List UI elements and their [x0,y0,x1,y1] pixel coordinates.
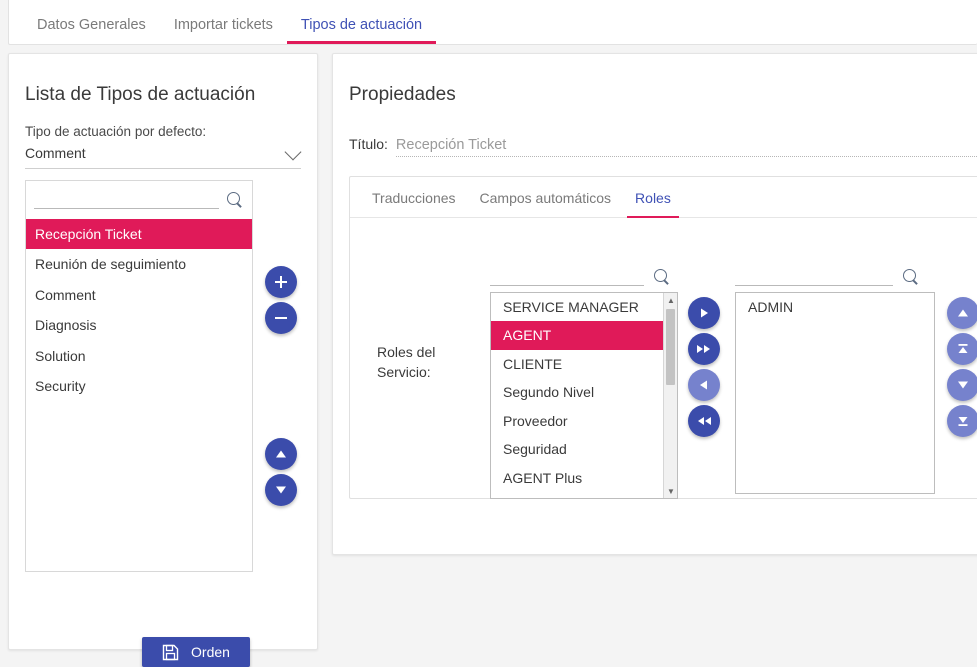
properties-tab-bar: Traducciones Campos automáticos Roles [350,177,977,218]
tab-datos-generales[interactable]: Datos Generales [23,17,160,45]
triangle-up-bar-icon [958,344,968,353]
fast-forward-icon [697,345,710,353]
minus-icon [275,317,287,319]
properties-panel-card: Propiedades Título: Recepción Ticket Tra… [332,53,977,555]
types-listbox: Recepción Ticket Reunión de seguimiento … [25,180,253,572]
search-icon[interactable] [654,269,671,286]
default-type-label: Tipo de actuación por defecto: [25,124,207,139]
tab-campos-automaticos[interactable]: Campos automáticos [468,190,624,217]
types-search-input[interactable] [34,191,219,209]
list-item[interactable]: Diagnosis [26,310,252,340]
move-right-button[interactable] [688,297,720,329]
triangle-up-icon [276,450,286,458]
titulo-field-row: Título: Recepción Ticket [349,136,977,157]
plus-icon [275,276,287,288]
left-panel-title: Lista de Tipos de actuación [25,84,256,105]
assigned-roles-search-input[interactable] [735,270,893,286]
list-item[interactable]: Segundo Nivel [491,378,663,406]
available-roles-scrollbar[interactable]: ▲ ▼ [663,293,677,498]
properties-tab-panel: Traducciones Campos automáticos Roles Ro… [349,176,977,499]
fast-rewind-icon [698,417,711,425]
move-all-left-button[interactable] [688,405,720,437]
list-item[interactable]: Proveedor [491,407,663,435]
list-panel-card: Lista de Tipos de actuación Tipo de actu… [8,53,318,667]
list-item[interactable]: Comment [26,280,252,310]
move-up-button[interactable] [265,438,297,470]
list-item[interactable]: Seguridad [491,435,663,463]
default-type-value: Comment [25,145,86,161]
assigned-roles-listbox: ADMIN [735,292,935,494]
move-left-button[interactable] [688,369,720,401]
right-panel-title: Propiedades [349,84,456,105]
list-item[interactable]: CLIENTE [491,350,663,378]
remove-type-button[interactable] [265,302,297,334]
list-item[interactable]: AGENT Plus [491,464,663,492]
list-item[interactable]: Recepción Ticket [26,219,252,250]
chevron-down-icon [284,143,302,161]
triangle-down-icon [958,381,968,389]
play-right-icon [701,308,708,318]
assigned-move-up-button[interactable] [947,297,977,329]
list-item[interactable]: AGENT [491,321,663,350]
tab-tipos-de-actuacion[interactable]: Tipos de actuación [286,17,437,45]
scroll-down-arrow-icon[interactable]: ▼ [664,484,677,498]
search-icon[interactable] [227,191,244,209]
scrollbar-thumb[interactable] [666,309,675,385]
move-down-button[interactable] [265,474,297,506]
assigned-move-down-button[interactable] [947,369,977,401]
triangle-down-bar-icon [958,417,968,426]
list-item[interactable]: Security [26,371,252,401]
assigned-move-top-button[interactable] [947,333,977,365]
list-item[interactable]: Reunión de seguimiento [26,249,252,279]
default-type-select[interactable]: Comment [25,143,302,169]
search-icon[interactable] [903,269,920,286]
add-type-button[interactable] [265,266,297,298]
titulo-input[interactable]: Recepción Ticket [395,137,977,157]
roles-del-servicio-label: Roles del Servicio: [377,344,436,381]
titulo-label: Título: [349,136,388,152]
scroll-up-arrow-icon[interactable]: ▲ [664,293,677,307]
tab-importar-tickets[interactable]: Importar tickets [160,17,287,45]
order-save-button[interactable]: Orden [142,637,250,667]
play-left-icon [700,380,707,390]
triangle-down-icon [276,486,286,494]
top-tab-bar: Datos Generales Importar tickets Tipos d… [8,0,977,45]
triangle-up-icon [958,309,968,317]
move-all-right-button[interactable] [688,333,720,365]
available-roles-search-input[interactable] [490,270,644,286]
available-roles-search-row [490,269,671,286]
assigned-roles-search-row [735,269,920,286]
list-item[interactable]: SERVICE MANAGER [491,293,663,321]
list-item[interactable]: Solution [26,341,252,371]
types-search-row [26,181,252,219]
tab-traducciones[interactable]: Traducciones [360,190,468,217]
assigned-move-bottom-button[interactable] [947,405,977,437]
list-item[interactable]: ADMIN [736,293,934,321]
available-roles-listbox: SERVICE MANAGER AGENT CLIENTE Segundo Ni… [490,292,678,499]
tab-roles[interactable]: Roles [623,190,683,218]
